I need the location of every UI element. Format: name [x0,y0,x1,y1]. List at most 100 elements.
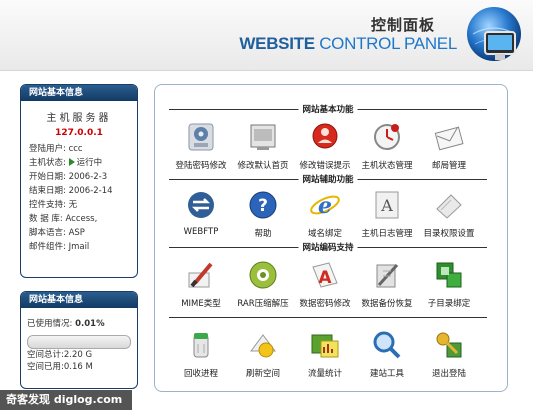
info-value: 2006-2-14 [68,186,113,196]
svg-text:?: ? [258,196,268,216]
tile-label: 刷新空间 [245,369,280,379]
section-title-text: 网站辅助功能 [298,173,358,185]
login-password-button[interactable]: 登陆密码修改 [169,121,233,173]
tile-label: 目录权限设置 [423,229,475,239]
subdirectory-icon [436,262,462,288]
space-total-label: 空间总计: [27,350,64,360]
tile-label: MIME类型 [181,299,221,309]
traffic-stats-button[interactable]: 流量统计 [293,329,357,381]
section-basic-row: 登陆密码修改 修改默认首页 修改错误提示 主机状态管理 邮局管理 [163,121,503,173]
subdirectory-binding-button[interactable]: 子目录绑定 [417,259,481,311]
section-auxiliary-row: WEBFTP ? 帮助 e 域名绑定 A 主机日志管理 目录权限设置 [163,189,503,241]
server-label: 主机服务器 [46,113,112,124]
globe-monitor-icon [467,7,521,61]
info-value: 无 [68,200,78,210]
info-key: 脚本语言: [29,228,66,238]
logout-button[interactable]: 退出登陆 [417,329,481,381]
info-row-database: 数 据 库: Access, [29,212,137,226]
folder-permission-icon [436,194,462,219]
section-title-basic: 网站基本功能 [169,103,487,115]
tile-label: 域名绑定 [307,229,342,239]
server-info-title: 网站基本信息 [21,85,137,101]
info-key: 控件支持: [29,200,66,210]
data-password-icon: A [312,262,338,288]
refresh-icon [250,334,276,358]
tile-label: 建站工具 [369,369,404,379]
space-total-row: 空间总计:2.20 G [27,349,137,361]
server-info-rows: 登陆用户: ccc 主机状态: 运行中 开始日期: 2006-2-3 结束日期:… [21,142,137,254]
ie-icon: e [310,193,340,219]
info-key: 开始日期: [29,172,66,182]
section-title-text: 网站编码支持 [298,241,358,253]
recycle-process-button[interactable]: 回收进程 [169,329,233,381]
tile-label: 子目录绑定 [427,299,471,309]
domain-binding-button[interactable]: e 域名绑定 [293,189,357,241]
svg-text:e: e [318,193,332,219]
gear-archive-icon [249,261,277,289]
server-ip: 127.0.0.1 [55,128,103,138]
tile-label: 修改错误提示 [299,161,351,171]
function-panel: 网站基本功能 登陆密码修改 修改默认首页 修改错误提示 主机状态管理 邮局管理 … [154,84,508,392]
tile-label: RAR压缩解压 [237,299,289,309]
post-office-button[interactable]: 邮局管理 [417,121,481,173]
header-en-title-light: CONTROL PANEL [319,34,457,53]
mime-type-button[interactable]: MIME类型 [169,259,233,311]
keys-exit-icon [436,332,462,358]
disk-lock-icon [188,123,214,151]
tile-label: 数据备份恢复 [361,299,413,309]
section-title-encoding: 网站编码支持 [169,241,487,253]
data-backup-button[interactable]: 数据备份恢复 [355,259,419,311]
info-value: 运行中 [76,158,103,168]
magnifier-icon [373,331,401,359]
host-status-button[interactable]: 主机状态管理 [355,121,419,173]
help-icon: ? [249,191,277,219]
info-key: 登陆用户: [29,144,66,154]
error-prompt-button[interactable]: 修改错误提示 [293,121,357,173]
log-document-icon: A [375,191,399,219]
help-button[interactable]: ? 帮助 [231,189,295,241]
tile-label: 帮助 [254,229,272,239]
tile-label: WEBFTP [183,227,219,237]
info-key: 数 据 库: [29,214,63,224]
error-icon [312,123,338,149]
transfer-icon [188,192,214,218]
space-used-label: 空间已用: [27,362,64,372]
space-total-value: 2.20 G [63,350,93,360]
data-password-button[interactable]: A 数据密码修改 [293,259,357,311]
section-tools-row: 回收进程 刷新空间 流量统计 建站工具 退出登陆 [163,329,503,381]
section-title-auxiliary: 网站辅助功能 [169,173,487,185]
header-cn-title: 控制面板 [370,16,435,34]
refresh-space-button[interactable]: 刷新空间 [231,329,295,381]
rar-compress-button[interactable]: RAR压缩解压 [231,259,295,311]
tile-label: 流量统计 [307,369,342,379]
space-used-value: 0.16 M [63,362,93,372]
tile-label: 登陆密码修改 [175,161,227,171]
tile-label: 邮局管理 [431,161,466,171]
section-title-text: 网站基本功能 [298,103,358,115]
space-used-row: 空间已用:0.16 M [27,361,137,373]
directory-permission-button[interactable]: 目录权限设置 [417,189,481,241]
info-key: 结束日期: [29,186,66,196]
info-value: 2006-2-3 [68,172,108,182]
tile-label: 主机状态管理 [361,161,413,171]
usage-progress-bar [27,335,131,349]
info-key: 邮件组件: [29,242,66,252]
section-divider [169,311,487,323]
tile-label: 修改默认首页 [237,161,289,171]
default-homepage-button[interactable]: 修改默认首页 [231,121,295,173]
info-key: 主机状态: [29,158,66,168]
usage-line: 已使用情况: 0.01% [27,319,105,329]
recycle-icon [193,333,209,358]
site-tools-button[interactable]: 建站工具 [355,329,419,381]
host-log-button[interactable]: A 主机日志管理 [355,189,419,241]
tile-label: 回收进程 [183,369,218,379]
info-row-script: 脚本语言: ASP [29,226,137,240]
tile-label: 主机日志管理 [361,229,413,239]
watermark-text: 奇客发现 diglog.com [0,390,133,410]
tile-label: 数据密码修改 [299,299,351,309]
webftp-button[interactable]: WEBFTP [169,189,233,241]
section-encoding-row: MIME类型 RAR压缩解压 A 数据密码修改 数据备份恢复 子目录绑定 [163,259,503,311]
mail-icon [434,126,464,151]
info-value: ASP [68,228,85,238]
info-row-controls: 控件支持: 无 [29,198,137,212]
